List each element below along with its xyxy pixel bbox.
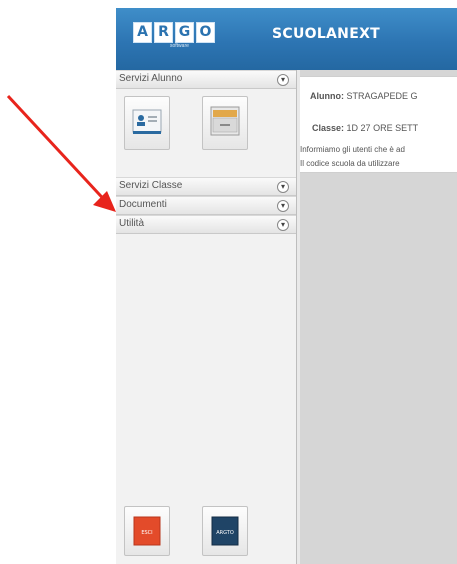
arrow-head [93, 191, 116, 212]
annotation-arrow [6, 94, 116, 212]
arrow-shaft [6, 94, 113, 209]
